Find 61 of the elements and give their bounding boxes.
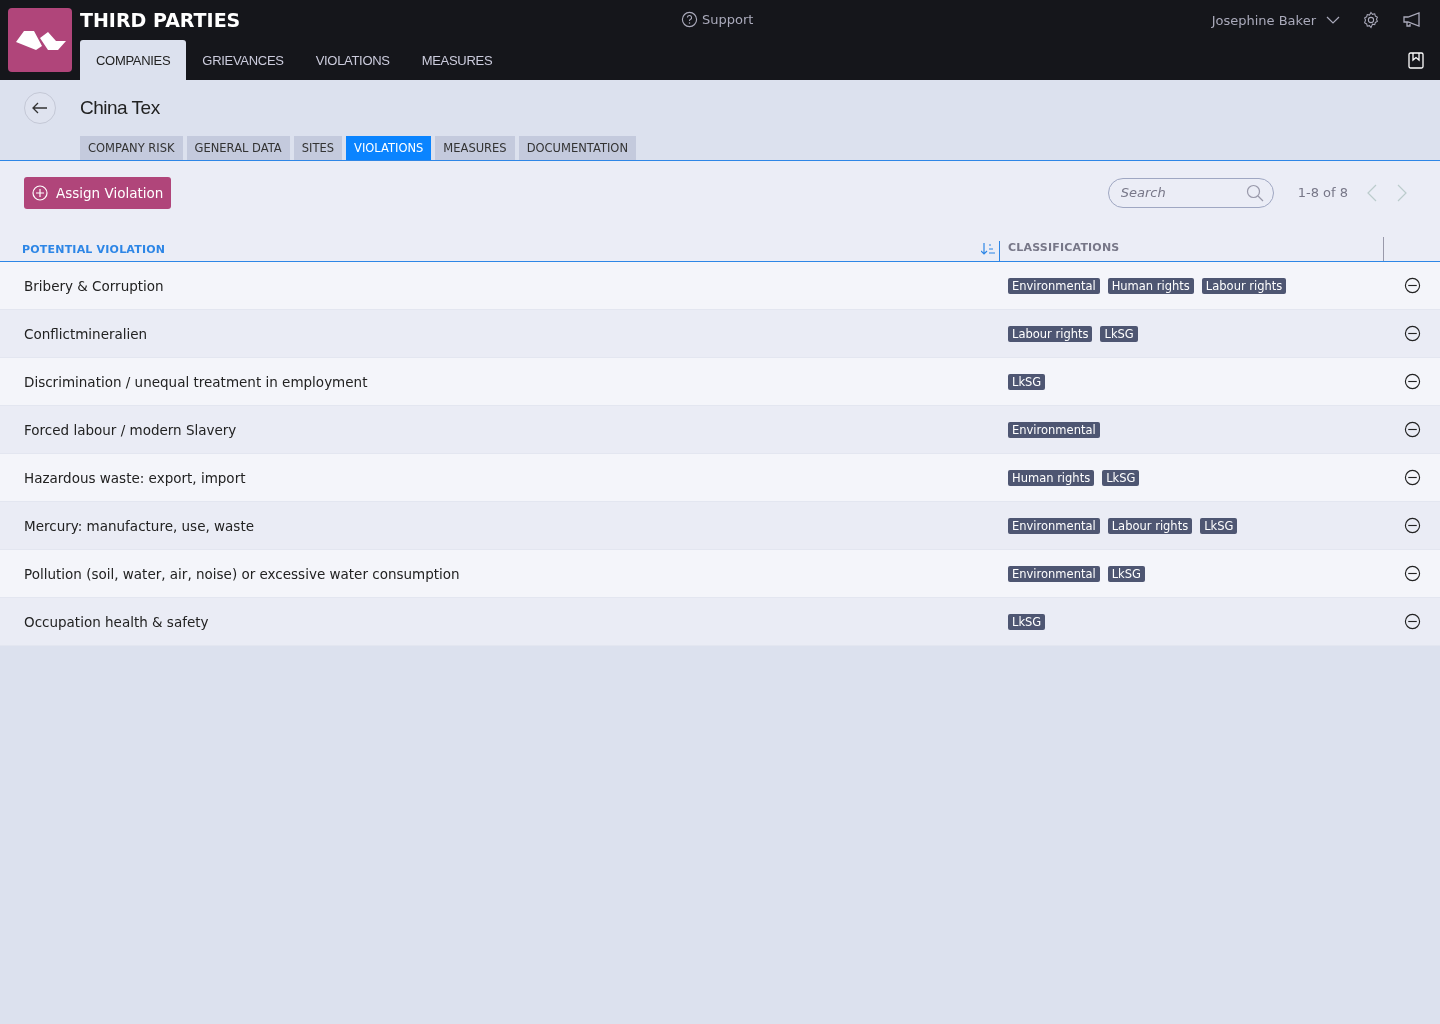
classification-tag: Labour rights [1008, 325, 1093, 342]
classification-tag: Environmental [1008, 277, 1100, 294]
classification-tag: LkSG [1200, 517, 1238, 534]
remove-icon[interactable] [1403, 469, 1421, 486]
user-menu[interactable]: Josephine Baker [1211, 12, 1340, 28]
classification-tag: LkSG [1008, 373, 1046, 390]
violation-name: Hazardous waste: export, import [24, 469, 246, 486]
page-title: China Tex [80, 97, 160, 119]
classification-tag: Human rights [1107, 277, 1194, 294]
violation-name: Mercury: manufacture, use, waste [24, 517, 254, 534]
search-icon [1245, 183, 1264, 202]
remove-icon[interactable] [1403, 325, 1421, 342]
classification-tag: LkSG [1008, 613, 1046, 630]
plus-circle-icon [32, 184, 48, 201]
settings-icon[interactable] [1362, 11, 1380, 29]
sort-icon[interactable] [981, 243, 995, 255]
violation-name: Pollution (soil, water, air, noise) or excessive water consumption [24, 565, 460, 582]
megaphone-icon[interactable] [1402, 11, 1422, 29]
section-tab[interactable]: MEASURES [435, 136, 515, 160]
section-tab[interactable]: SITES [293, 136, 342, 160]
remove-icon[interactable] [1403, 421, 1421, 438]
pagination-text: 1-8 of 8 [1297, 185, 1348, 200]
remove-icon[interactable] [1403, 277, 1421, 294]
nav-tab[interactable]: GRIEVANCES [186, 40, 300, 80]
section-tab[interactable]: DOCUMENTATION [518, 136, 636, 160]
remove-icon[interactable] [1403, 517, 1421, 534]
classification-tag: LkSG [1107, 565, 1145, 582]
logo-icon [14, 28, 66, 52]
remove-icon[interactable] [1403, 565, 1421, 582]
classification-tag: Environmental [1008, 421, 1100, 438]
classification-tag: LkSG [1100, 325, 1138, 342]
classification-tag: Labour rights [1201, 277, 1287, 294]
nav-tab[interactable]: MEASURES [405, 40, 509, 80]
column-header[interactable]: CLASSIFICATIONS [1008, 240, 1120, 254]
chevron-down-icon [1326, 16, 1340, 24]
app-title: THIRD PARTIES [80, 9, 241, 31]
support-link[interactable]: Support [681, 11, 754, 28]
arrow-left-icon [32, 102, 48, 114]
violation-name: Occupation health & safety [24, 613, 209, 630]
classification-tag: Environmental [1008, 565, 1100, 582]
section-tab[interactable]: COMPANY RISK [80, 136, 183, 160]
nav-tab[interactable]: COMPANIES [80, 40, 187, 80]
search-field[interactable]: Search [1107, 177, 1274, 208]
violation-name: Bribery & Corruption [24, 277, 164, 294]
assign-violation-button[interactable]: Assign Violation [24, 176, 172, 209]
violation-name: Conflictmineralien [24, 325, 148, 342]
classification-tag: Human rights [1008, 469, 1095, 486]
nav-tab[interactable]: VIOLATIONS [299, 40, 406, 80]
back-button[interactable] [24, 92, 56, 124]
classification-tag: Environmental [1008, 517, 1100, 534]
violation-name: Forced labour / modern Slavery [24, 421, 237, 438]
violation-name: Discrimination / unequal treatment in employment [24, 373, 368, 390]
remove-icon[interactable] [1403, 373, 1421, 390]
help-icon [681, 11, 698, 28]
classification-tag: Labour rights [1107, 517, 1193, 534]
section-tab[interactable]: GENERAL DATA [186, 136, 290, 160]
bookmark-icon[interactable] [1408, 51, 1424, 69]
section-tab[interactable]: VIOLATIONS [346, 136, 432, 160]
app-logo[interactable] [8, 8, 72, 72]
classification-tag: LkSG [1102, 469, 1140, 486]
remove-icon[interactable] [1403, 613, 1421, 630]
